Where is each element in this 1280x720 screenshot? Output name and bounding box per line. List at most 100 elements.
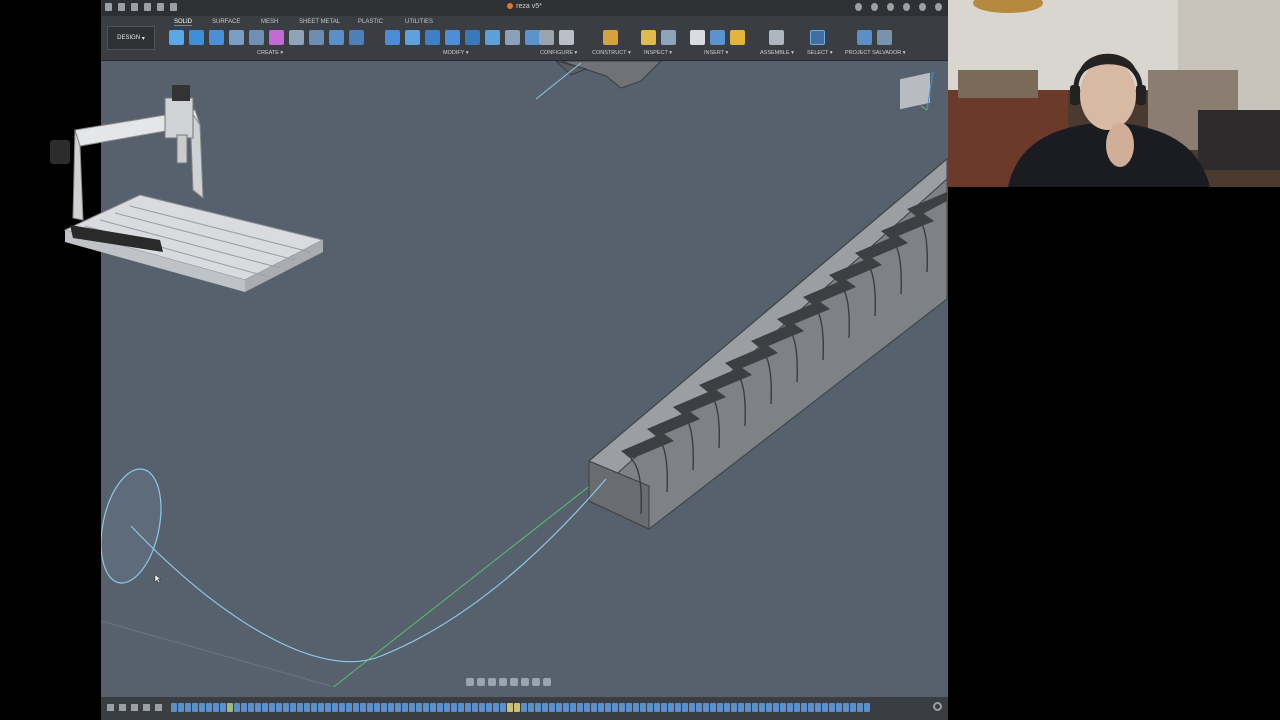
revolve-icon[interactable]	[209, 30, 224, 45]
select-menu[interactable]: SELECT ▾	[807, 50, 833, 56]
timeline-feature[interactable]	[178, 703, 184, 712]
timeline-feature[interactable]	[290, 703, 296, 712]
timeline-feature[interactable]	[276, 703, 282, 712]
timeline-feature[interactable]	[584, 703, 590, 712]
profile-avatar[interactable]	[935, 3, 942, 11]
timeline-feature[interactable]	[486, 703, 492, 712]
move-icon[interactable]	[505, 30, 520, 45]
timeline-feature[interactable]	[731, 703, 737, 712]
timeline-feature[interactable]	[304, 703, 310, 712]
timeline-feature[interactable]	[479, 703, 485, 712]
timeline-feature[interactable]	[325, 703, 331, 712]
timeline-feature[interactable]	[633, 703, 639, 712]
table-icon[interactable]	[559, 30, 574, 45]
timeline-play-icon[interactable]	[131, 704, 138, 711]
timeline-feature[interactable]	[619, 703, 625, 712]
split-icon[interactable]	[485, 30, 500, 45]
grid-settings-icon[interactable]	[532, 678, 540, 686]
timeline-feature[interactable]	[297, 703, 303, 712]
timeline-feature[interactable]	[626, 703, 632, 712]
timeline-feature[interactable]	[451, 703, 457, 712]
timeline-feature[interactable]	[822, 703, 828, 712]
timeline-feature[interactable]	[528, 703, 534, 712]
tab-solid[interactable]: SOLID	[174, 19, 193, 26]
timeline-feature[interactable]	[682, 703, 688, 712]
select-cursor-icon[interactable]	[810, 30, 825, 45]
timeline-feature[interactable]	[521, 703, 527, 712]
salvador-tool-icon[interactable]	[857, 30, 872, 45]
timeline-feature[interactable]	[843, 703, 849, 712]
timeline-feature[interactable]	[206, 703, 212, 712]
timeline-feature[interactable]	[318, 703, 324, 712]
timeline-feature[interactable]	[493, 703, 499, 712]
salvador-tool-2-icon[interactable]	[877, 30, 892, 45]
timeline-feature[interactable]	[591, 703, 597, 712]
timeline-feature[interactable]	[570, 703, 576, 712]
assemble-menu[interactable]: ASSEMBLE ▾	[760, 50, 794, 56]
appearance-icon[interactable]	[525, 30, 540, 45]
tab-sheet-metal[interactable]: SHEET METAL	[299, 19, 340, 25]
construct-menu[interactable]: CONSTRUCT ▾	[592, 50, 631, 56]
timeline-feature[interactable]	[696, 703, 702, 712]
loft-icon[interactable]	[249, 30, 264, 45]
timeline-feature[interactable]	[640, 703, 646, 712]
timeline-feature[interactable]	[269, 703, 275, 712]
thread-icon[interactable]	[309, 30, 324, 45]
timeline-feature[interactable]	[689, 703, 695, 712]
timeline-feature[interactable]	[514, 703, 520, 712]
workspace-switcher-button[interactable]: DESIGN ▾	[107, 26, 155, 50]
timeline-feature[interactable]	[647, 703, 653, 712]
timeline-feature[interactable]	[374, 703, 380, 712]
timeline-feature[interactable]	[745, 703, 751, 712]
create-menu[interactable]: CREATE ▾	[257, 50, 283, 56]
timeline-last-icon[interactable]	[155, 704, 162, 711]
timeline-feature[interactable]	[549, 703, 555, 712]
look-at-icon[interactable]	[477, 678, 485, 686]
pan-icon[interactable]	[488, 678, 496, 686]
timeline-feature[interactable]	[339, 703, 345, 712]
decal-icon[interactable]	[730, 30, 745, 45]
timeline-feature[interactable]	[353, 703, 359, 712]
timeline-feature[interactable]	[367, 703, 373, 712]
timeline-prev-icon[interactable]	[119, 704, 126, 711]
insert-menu[interactable]: INSERT ▾	[704, 50, 728, 56]
timeline-feature[interactable]	[185, 703, 191, 712]
hole-icon[interactable]	[289, 30, 304, 45]
project-salvador-menu[interactable]: PROJECT SALVADOR ▾	[845, 50, 906, 56]
timeline-feature[interactable]	[668, 703, 674, 712]
timeline-feature[interactable]	[759, 703, 765, 712]
timeline-feature[interactable]	[220, 703, 226, 712]
timeline-feature[interactable]	[724, 703, 730, 712]
timeline-feature[interactable]	[283, 703, 289, 712]
configure-menu[interactable]: CONFIGURE ▾	[540, 50, 577, 56]
timeline-feature[interactable]	[605, 703, 611, 712]
timeline-feature[interactable]	[500, 703, 506, 712]
timeline-feature[interactable]	[738, 703, 744, 712]
timeline-feature[interactable]	[717, 703, 723, 712]
timeline-feature[interactable]	[815, 703, 821, 712]
zoom-icon[interactable]	[499, 678, 507, 686]
form-icon[interactable]	[269, 30, 284, 45]
top-partial-body[interactable]	[535, 61, 662, 100]
tab-surface[interactable]: SURFACE	[212, 19, 240, 25]
timeline-feature[interactable]	[227, 703, 233, 712]
timeline-feature[interactable]	[563, 703, 569, 712]
timeline-feature[interactable]	[794, 703, 800, 712]
timeline-feature[interactable]	[423, 703, 429, 712]
timeline-feature[interactable]	[388, 703, 394, 712]
timeline-feature[interactable]	[654, 703, 660, 712]
cable-chain-body[interactable]	[588, 157, 948, 530]
chamfer-icon[interactable]	[425, 30, 440, 45]
timeline-feature[interactable]	[710, 703, 716, 712]
extrude-icon[interactable]	[189, 30, 204, 45]
timeline-feature[interactable]	[850, 703, 856, 712]
job-status-icon[interactable]	[887, 3, 894, 11]
timeline-feature[interactable]	[752, 703, 758, 712]
offset-plane-icon[interactable]	[603, 30, 618, 45]
insert-canvas-icon[interactable]	[710, 30, 725, 45]
pattern-icon[interactable]	[349, 30, 364, 45]
timeline-feature[interactable]	[465, 703, 471, 712]
timeline-feature[interactable]	[402, 703, 408, 712]
combine-icon[interactable]	[465, 30, 480, 45]
timeline-feature[interactable]	[836, 703, 842, 712]
